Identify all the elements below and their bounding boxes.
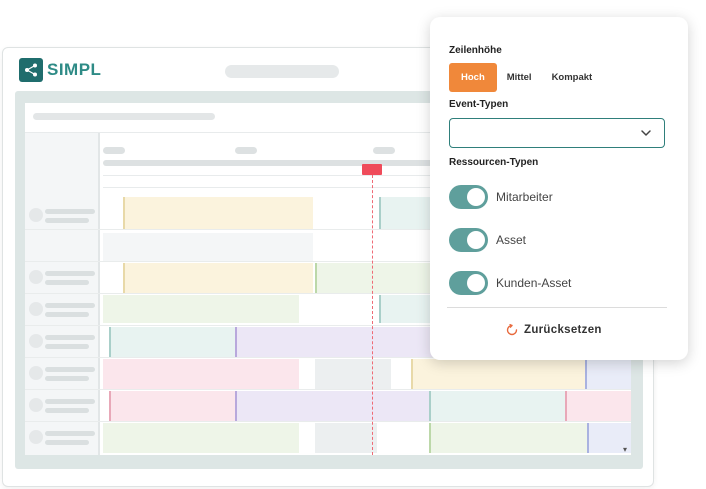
avatar: [29, 398, 43, 412]
header-label: [373, 147, 395, 154]
toolbar-placeholder: [33, 113, 215, 120]
avatar: [29, 334, 43, 348]
row-height-option-hoch[interactable]: Hoch: [449, 63, 497, 92]
current-time-line: [372, 175, 373, 455]
app-logo: SIMPL: [19, 58, 101, 82]
name-placeholder: [45, 271, 95, 276]
row-height-selector: Hoch Mittel Kompakt: [449, 63, 602, 92]
toggle-label-mitarbeiter: Mitarbeiter: [496, 190, 553, 204]
event-types-title: Event-Typen: [449, 99, 509, 110]
avatar: [29, 208, 43, 222]
toggle-knob: [467, 188, 485, 206]
name-placeholder: [45, 280, 89, 285]
reset-label: Zurücksetzen: [524, 324, 602, 336]
logo-text: SIMPL: [47, 60, 102, 79]
name-placeholder: [45, 399, 95, 404]
name-placeholder: [45, 312, 89, 317]
chevron-down-icon: [641, 130, 651, 136]
toggle-knob: [467, 231, 485, 249]
name-placeholder: [45, 440, 89, 445]
reset-icon: [506, 324, 518, 336]
name-placeholder: [45, 431, 95, 436]
header-label: [235, 147, 257, 154]
filter-panel: Zeilenhöhe Hoch Mittel Kompakt Event-Typ…: [430, 17, 688, 360]
name-placeholder: [45, 335, 95, 340]
toggle-asset[interactable]: [449, 228, 488, 252]
event-types-select[interactable]: [449, 118, 665, 148]
name-placeholder: [45, 209, 95, 214]
share-network-icon: [19, 58, 43, 82]
panel-divider: [447, 307, 667, 308]
title-placeholder: [225, 65, 339, 78]
avatar: [29, 366, 43, 380]
scroll-down-icon[interactable]: ▾: [623, 445, 627, 454]
row-height-option-kompakt[interactable]: Kompakt: [542, 63, 603, 92]
name-placeholder: [45, 344, 89, 349]
avatar: [29, 270, 43, 284]
row-divider: [25, 421, 631, 422]
row-divider: [25, 389, 631, 390]
toggle-label-kunden-asset: Kunden-Asset: [496, 276, 572, 290]
toggle-knob: [467, 274, 485, 292]
name-placeholder: [45, 376, 89, 381]
row-height-title: Zeilenhöhe: [449, 45, 502, 56]
avatar: [29, 302, 43, 316]
resource-types-title: Ressourcen-Typen: [449, 157, 539, 168]
avatar: [29, 430, 43, 444]
current-time-marker: [362, 164, 382, 175]
toggle-kunden-asset[interactable]: [449, 271, 488, 295]
name-placeholder: [45, 367, 95, 372]
toggle-mitarbeiter[interactable]: [449, 185, 488, 209]
name-placeholder: [45, 218, 89, 223]
name-placeholder: [45, 303, 95, 308]
row-height-option-mittel[interactable]: Mittel: [497, 63, 542, 92]
header-label: [103, 147, 125, 154]
name-placeholder: [45, 408, 89, 413]
toggle-label-asset: Asset: [496, 233, 527, 247]
reset-button[interactable]: Zurücksetzen: [506, 324, 602, 336]
